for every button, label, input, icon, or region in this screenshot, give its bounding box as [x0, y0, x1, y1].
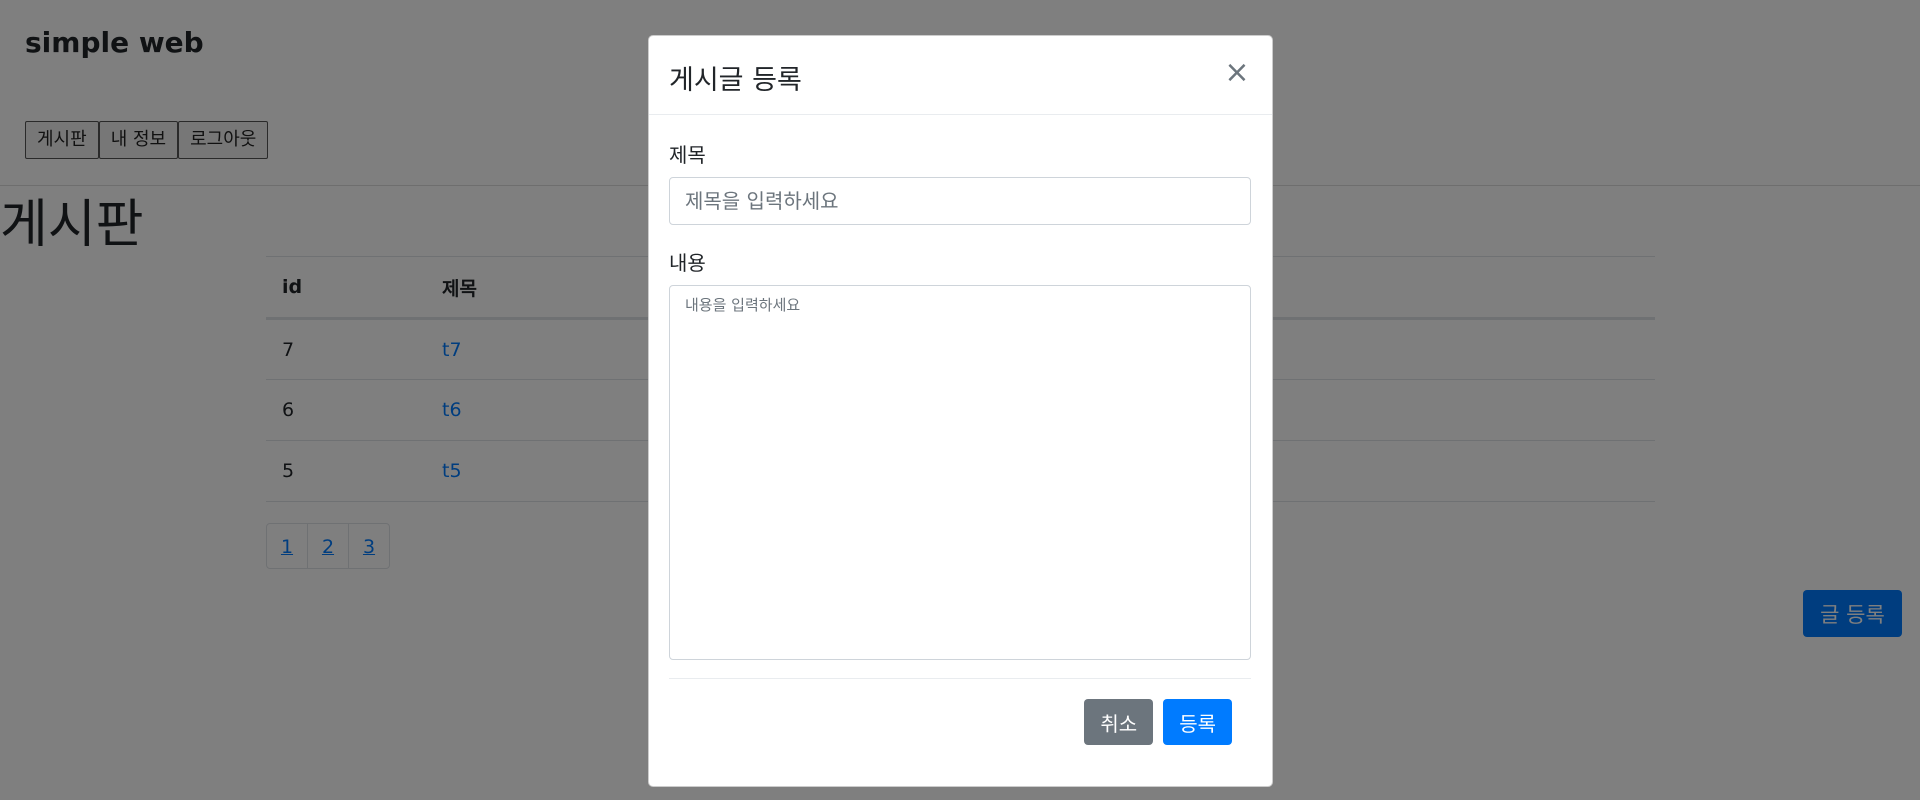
- footer-divider: [669, 678, 1251, 679]
- content-textarea[interactable]: [669, 285, 1251, 660]
- modal-body: 제목 내용: [669, 115, 1253, 660]
- title-input[interactable]: [669, 177, 1251, 225]
- close-icon[interactable]: ×: [1222, 56, 1252, 90]
- content-label: 내용: [669, 251, 706, 275]
- cancel-button[interactable]: 취소: [1084, 699, 1154, 745]
- modal-title: 게시글 등록: [669, 65, 802, 96]
- modal-header: 게시글 등록 ×: [649, 36, 1272, 115]
- page: simple web 게시판 내 정보 로그아웃 게시판 id 제목 7 t7 …: [0, 0, 1920, 800]
- submit-button[interactable]: 등록: [1163, 699, 1232, 745]
- modal-footer: 취소 등록: [1084, 699, 1232, 745]
- create-post-modal: 게시글 등록 × 제목 내용 취소 등록: [648, 35, 1273, 787]
- title-label: 제목: [669, 143, 706, 167]
